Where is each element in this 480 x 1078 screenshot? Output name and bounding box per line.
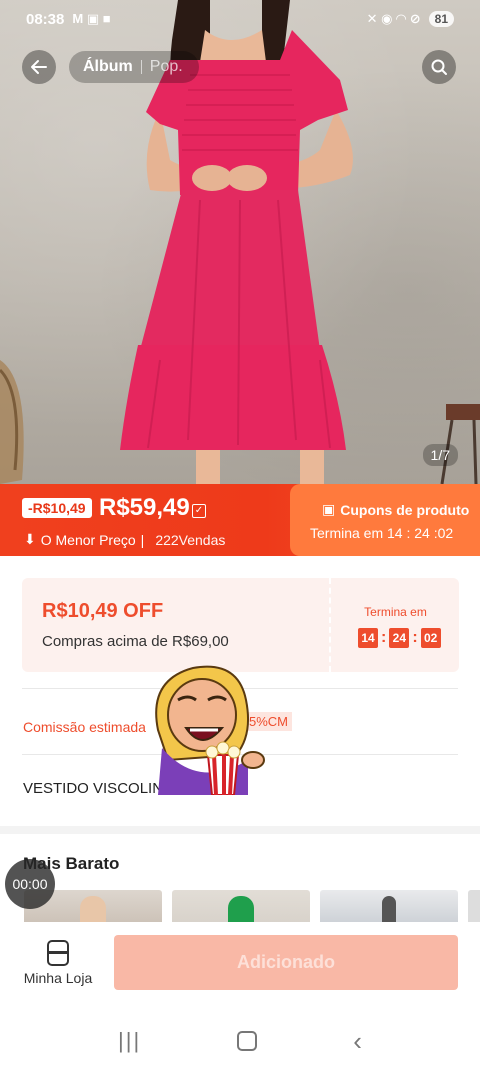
back-arrow-icon: [31, 60, 47, 74]
product-price: R$59,49: [99, 494, 190, 521]
system-icons: ✕ ◉ ◠ ⊘: [366, 11, 421, 26]
timer-minutes: 24: [389, 628, 410, 648]
back-button[interactable]: [22, 50, 56, 84]
product-image-gallery[interactable]: 08:38 M ▣ ■ ✕ ◉ ◠ ⊘ 81 Álbum Pop. 1/7: [0, 0, 480, 484]
system-back-icon[interactable]: ‹: [353, 1026, 362, 1057]
status-left: 08:38 M ▣ ■: [26, 11, 111, 28]
tab-album[interactable]: Álbum: [83, 58, 133, 76]
coupon-condition: Compras acima de R$69,00: [42, 633, 229, 650]
system-navigation-bar: ||| ‹: [0, 1004, 480, 1078]
separator: |: [140, 531, 145, 548]
tab-pop[interactable]: Pop.: [150, 58, 183, 76]
coupon-countdown: Termina em 14 : 24 :02: [310, 525, 454, 541]
product-coupons-panel[interactable]: ▣ Cupons de produto Termina em 14 : 24 :…: [290, 484, 480, 556]
discount-tag: -R$10,49: [22, 498, 92, 518]
cartoon-sticker-popcorn: [155, 665, 265, 795]
coupon-icon: ▣: [322, 501, 336, 517]
price-banner: -R$10,49 R$59,49 ✓ ⬇ O Menor Preço | 222…: [0, 484, 480, 556]
timer-hours: 14: [358, 628, 378, 648]
coupon-ends-label: Termina em: [364, 605, 427, 619]
coupon-divider: [329, 578, 331, 672]
status-bar: 08:38 M ▣ ■ ✕ ◉ ◠ ⊘ 81: [0, 0, 480, 38]
timer-seconds: 02: [420, 628, 441, 648]
notification-icons: M ▣ ■: [72, 11, 111, 26]
added-button[interactable]: Adicionado: [114, 935, 458, 990]
battery-indicator: 81: [428, 11, 454, 27]
coupon-card[interactable]: R$10,49 OFF Compras acima de R$69,00 Ter…: [22, 578, 459, 672]
coupon-title-row: ▣ Cupons de produto: [322, 501, 469, 518]
floating-timer[interactable]: 00:00: [5, 859, 55, 909]
commission-label: Comissão estimada: [23, 719, 146, 735]
coupon-title: Cupons de produto: [340, 501, 470, 518]
search-icon: [431, 59, 447, 75]
status-right: ✕ ◉ ◠ ⊘ 81: [367, 11, 454, 27]
shop-icon: [47, 940, 69, 966]
lowest-price-row: ⬇ O Menor Preço | 222Vendas: [24, 531, 225, 548]
gallery-tabs: Álbum Pop.: [69, 51, 199, 83]
down-arrow-icon: ⬇: [24, 531, 36, 547]
clock: 08:38: [26, 10, 65, 28]
search-button[interactable]: [422, 50, 456, 84]
home-icon[interactable]: [237, 1031, 258, 1051]
lowest-price-label: O Menor Preço: [40, 531, 136, 548]
section-gap: [0, 826, 480, 834]
recent-apps-icon[interactable]: |||: [118, 1028, 141, 1054]
sales-count: 222Vendas: [155, 531, 226, 548]
price-info-icon[interactable]: ✓: [192, 504, 206, 518]
coupon-timer: 14: 24: 02: [358, 628, 441, 648]
coupon-off-amount: R$10,49 OFF: [42, 600, 164, 622]
image-pager: 1/7: [422, 444, 458, 466]
my-shop-label: Minha Loja: [23, 970, 93, 986]
my-shop-button[interactable]: Minha Loja: [22, 940, 94, 986]
bottom-action-bar: Minha Loja Adicionado: [0, 922, 480, 1004]
tab-separator: [140, 60, 142, 74]
